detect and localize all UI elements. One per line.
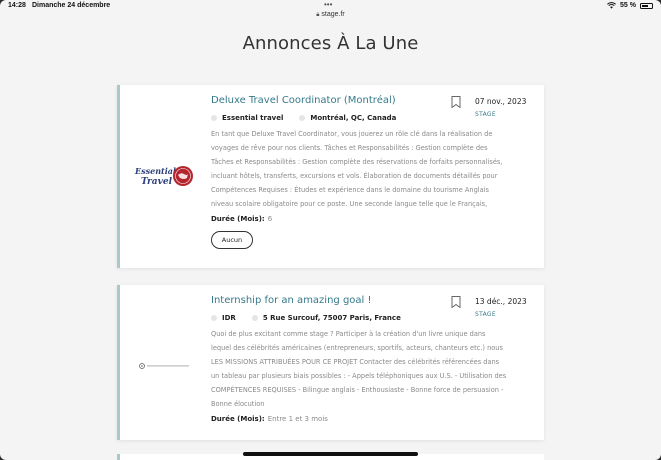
description-line: Tâches et Responsabilités : Gestion comp…: [211, 158, 503, 167]
job-type-badge: STAGE: [475, 111, 496, 118]
company-logo: Essential Travel: [134, 163, 196, 189]
job-description: Quoi de plus excitant comme stage ? Part…: [211, 327, 526, 412]
tag-button[interactable]: Aucun: [211, 231, 253, 249]
job-duration: Durée (Mois): 6: [211, 215, 272, 223]
url-bar[interactable]: 🔒︎ stage.fr: [0, 11, 661, 21]
description-line: Quoi de plus excitant comme stage ? Part…: [211, 330, 486, 338]
job-meta: IDR 5 Rue Surcouf, 75007 Paris, France: [211, 314, 401, 322]
description-line: voyages de rêve pour nos clients. Tâches…: [211, 144, 488, 153]
description-line: incluant hôtels, transferts, excursions …: [211, 172, 498, 181]
svg-text:Travel: Travel: [141, 177, 173, 187]
description-line: En tant que Deluxe Travel Coordinator, v…: [211, 130, 493, 138]
essential-travel-logo: Essential Travel: [134, 166, 193, 187]
duration-label: Durée (Mois):: [211, 415, 265, 423]
bookmark-icon[interactable]: [451, 296, 461, 308]
duration-label: Durée (Mois):: [211, 215, 265, 223]
company-dot-icon: [211, 315, 217, 321]
company-name: IDR: [222, 314, 236, 322]
wifi-icon: [607, 2, 616, 9]
job-description: En tant que Deluxe Travel Coordinator, v…: [211, 127, 526, 212]
multitasking-dots-icon[interactable]: •••: [324, 0, 332, 9]
status-date: Dimanche 24 décembre: [32, 2, 111, 9]
job-title-link[interactable]: Deluxe Travel Coordinator (Montréal): [211, 95, 396, 106]
tablet-screen: 14:28 Dimanche 24 décembre ••• 55 % 🔒︎ st…: [0, 0, 661, 460]
job-title-link[interactable]: Internship for an amazing goal !: [211, 295, 372, 306]
idr-logo: [139, 363, 189, 369]
job-card[interactable]: Essential Travel Deluxe Travel Coordinat…: [117, 85, 544, 268]
posted-date: 13 déc., 2023: [475, 297, 527, 306]
location-dot-icon: [251, 315, 258, 321]
bookmark-icon[interactable]: [451, 96, 461, 108]
page-title: Annonces À La Une: [242, 33, 419, 54]
description-line: COMPÉTENCES REQUISES - Bilingue anglais …: [211, 386, 504, 395]
lock-icon: 🔒︎: [316, 12, 320, 18]
duration-value: Entre 1 et 3 mois: [267, 415, 328, 423]
job-location: Montréal, QC, Canada: [310, 114, 397, 122]
description-line: un tableau par plusieurs biais possibles…: [211, 372, 507, 381]
job-meta: Essential travel Montréal, QC, Canada: [211, 114, 396, 122]
status-right: 55 %: [607, 2, 653, 9]
company-logo: [134, 356, 196, 369]
description-line: lequel des célébrités américaines (entre…: [211, 344, 503, 353]
location-dot-icon: [299, 115, 306, 121]
url-domain: stage.fr: [321, 11, 345, 18]
job-location: 5 Rue Surcouf, 75007 Paris, France: [262, 314, 401, 322]
description-line: Compétences Requises : Études et expérie…: [211, 186, 489, 195]
posted-date: 07 nov., 2023: [475, 97, 527, 106]
description-line: Bonne élocution: [211, 400, 265, 409]
company-dot-icon: [211, 115, 217, 121]
description-line: niveau scolaire obligatoire pour ce post…: [211, 200, 488, 209]
job-card[interactable]: Internship for an amazing goal ! 13 déc.…: [117, 285, 544, 440]
battery-icon: [640, 2, 653, 9]
company-name: Essential travel: [222, 114, 284, 122]
description-line: LES MISSIONS ATTRIBUÉES POUR CE PROJET C…: [211, 358, 500, 367]
duration-value: 6: [267, 215, 273, 223]
job-type-badge: STAGE: [475, 311, 496, 318]
svg-text:Essential: Essential: [134, 166, 176, 176]
battery-percent: 55 %: [620, 2, 636, 9]
home-indicator[interactable]: [243, 452, 418, 456]
job-duration: Durée (Mois): Entre 1 et 3 mois: [211, 415, 328, 423]
status-time: 14:28: [8, 2, 26, 9]
